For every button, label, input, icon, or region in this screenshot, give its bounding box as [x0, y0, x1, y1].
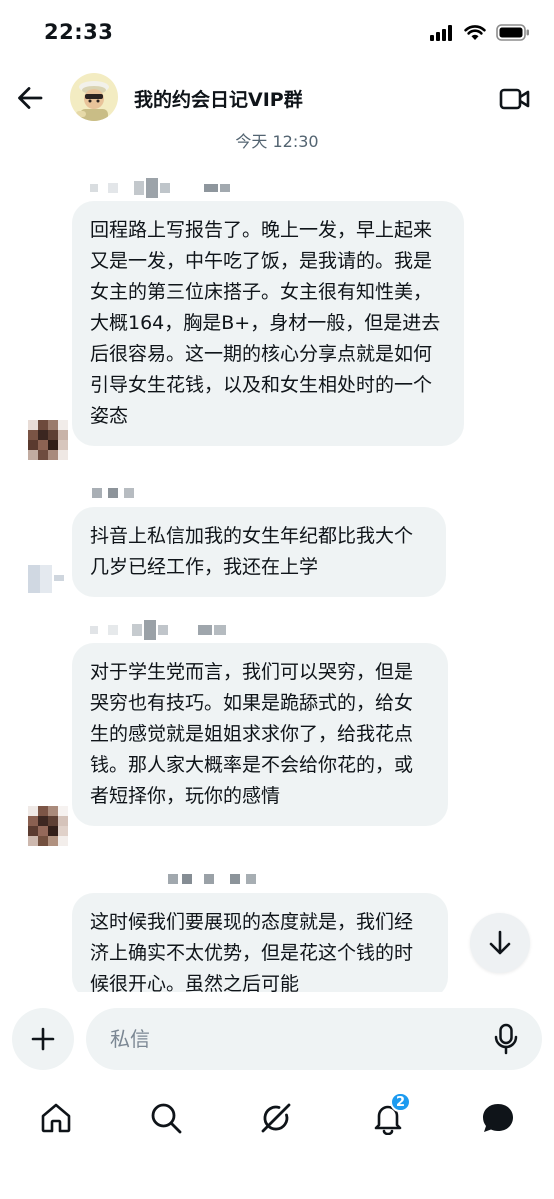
- message-bubble[interactable]: 对于学生党而言，我们可以哭穷，但是哭穷也有技巧。如果是跪舔式的，给女生的感觉就是…: [72, 643, 448, 826]
- status-bar: 22:33: [0, 0, 554, 70]
- message-bubble[interactable]: 这时候我们要展现的态度就是，我们经济上确实不太优势，但是花这个钱的时候很开心。虽…: [72, 893, 448, 999]
- add-attachment-button[interactable]: [12, 1008, 74, 1070]
- nav-grok[interactable]: [254, 1096, 298, 1140]
- sender-avatar[interactable]: [28, 420, 68, 460]
- signal-icon: [430, 24, 452, 41]
- video-camera-icon: [499, 88, 530, 110]
- sender-name-pixelated: [168, 874, 256, 884]
- conversation-timestamp: 今天 12:30: [235, 132, 319, 151]
- messages-icon: [483, 1104, 513, 1132]
- bottom-navigation: 2: [0, 1082, 554, 1199]
- status-time: 22:33: [44, 20, 114, 44]
- group-avatar[interactable]: [70, 73, 118, 121]
- arrow-left-icon: [18, 87, 43, 109]
- scroll-to-bottom-button[interactable]: [470, 913, 530, 973]
- sender-name-pixelated: [90, 620, 226, 640]
- plus-icon: [31, 1027, 55, 1051]
- sender-avatar[interactable]: [28, 806, 68, 846]
- message-text: 对于学生党而言，我们可以哭穷，但是哭穷也有技巧。如果是跪舔式的，给女生的感觉就是…: [90, 661, 414, 807]
- message-text: 回程路上写报告了。晚上一发，早上起来又是一发，中午吃了饭，是我请的。我是女主的第…: [90, 219, 441, 427]
- video-call-button[interactable]: [498, 82, 532, 116]
- notification-badge: 2: [390, 1092, 412, 1112]
- home-icon: [41, 1103, 71, 1133]
- battery-icon: [496, 24, 529, 41]
- nav-search[interactable]: [144, 1096, 188, 1140]
- sender-avatar[interactable]: [28, 557, 68, 597]
- search-icon: [151, 1103, 182, 1134]
- nav-notifications[interactable]: 2: [366, 1092, 412, 1140]
- avatar-pixelated-image: [28, 420, 68, 460]
- group-title[interactable]: 我的约会日记VIP群: [134, 85, 303, 112]
- arrow-down-icon: [489, 930, 511, 955]
- avatar-pixelated-image: [28, 557, 68, 597]
- nav-messages[interactable]: [476, 1096, 520, 1140]
- dm-conversation-screen: 22:33 我的约会日记VIP群 今天 12:30 回程路上写报告了。晚上一发，…: [0, 0, 554, 1199]
- back-button[interactable]: [12, 80, 48, 116]
- microphone-icon: [494, 1023, 518, 1055]
- wifi-icon: [464, 24, 486, 40]
- message-bubble[interactable]: 抖音上私信加我的女生年纪都比我大个几岁已经工作，我还在上学: [72, 507, 446, 597]
- group-avatar-image: [70, 73, 118, 121]
- avatar-pixelated-image: [28, 806, 68, 846]
- message-text: 这时候我们要展现的态度就是，我们经济上确实不太优势，但是花这个钱的时候很开心。虽…: [90, 911, 414, 995]
- status-icons: [430, 24, 530, 41]
- message-input[interactable]: [86, 1008, 542, 1070]
- message-bubble[interactable]: 回程路上写报告了。晚上一发，早上起来又是一发，中午吃了饭，是我请的。我是女主的第…: [72, 201, 464, 446]
- nav-home[interactable]: [34, 1096, 78, 1140]
- grok-icon: [261, 1103, 291, 1133]
- voice-message-button[interactable]: [490, 1022, 522, 1056]
- sender-name-pixelated: [90, 178, 230, 198]
- message-text: 抖音上私信加我的女生年纪都比我大个几岁已经工作，我还在上学: [90, 525, 414, 578]
- sender-name-pixelated: [92, 488, 134, 498]
- conversation-header: 我的约会日记VIP群: [0, 70, 554, 128]
